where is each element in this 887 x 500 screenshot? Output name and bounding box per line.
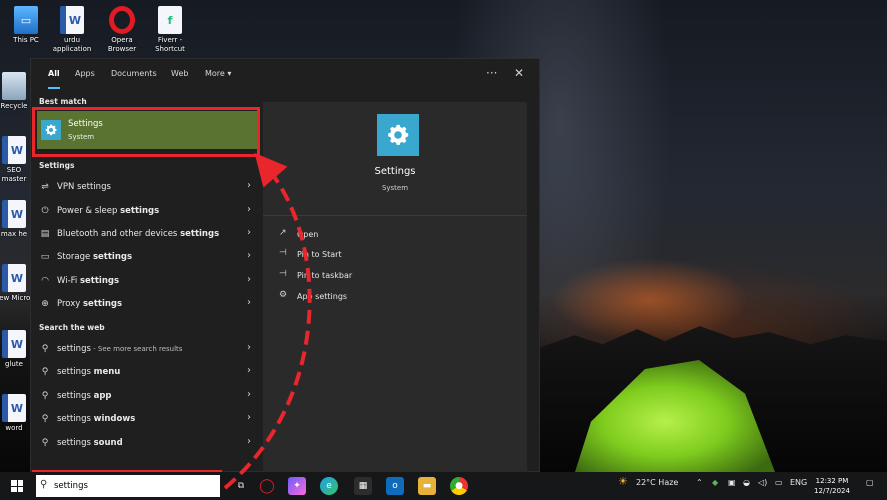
annotation-arrow [223, 152, 312, 490]
